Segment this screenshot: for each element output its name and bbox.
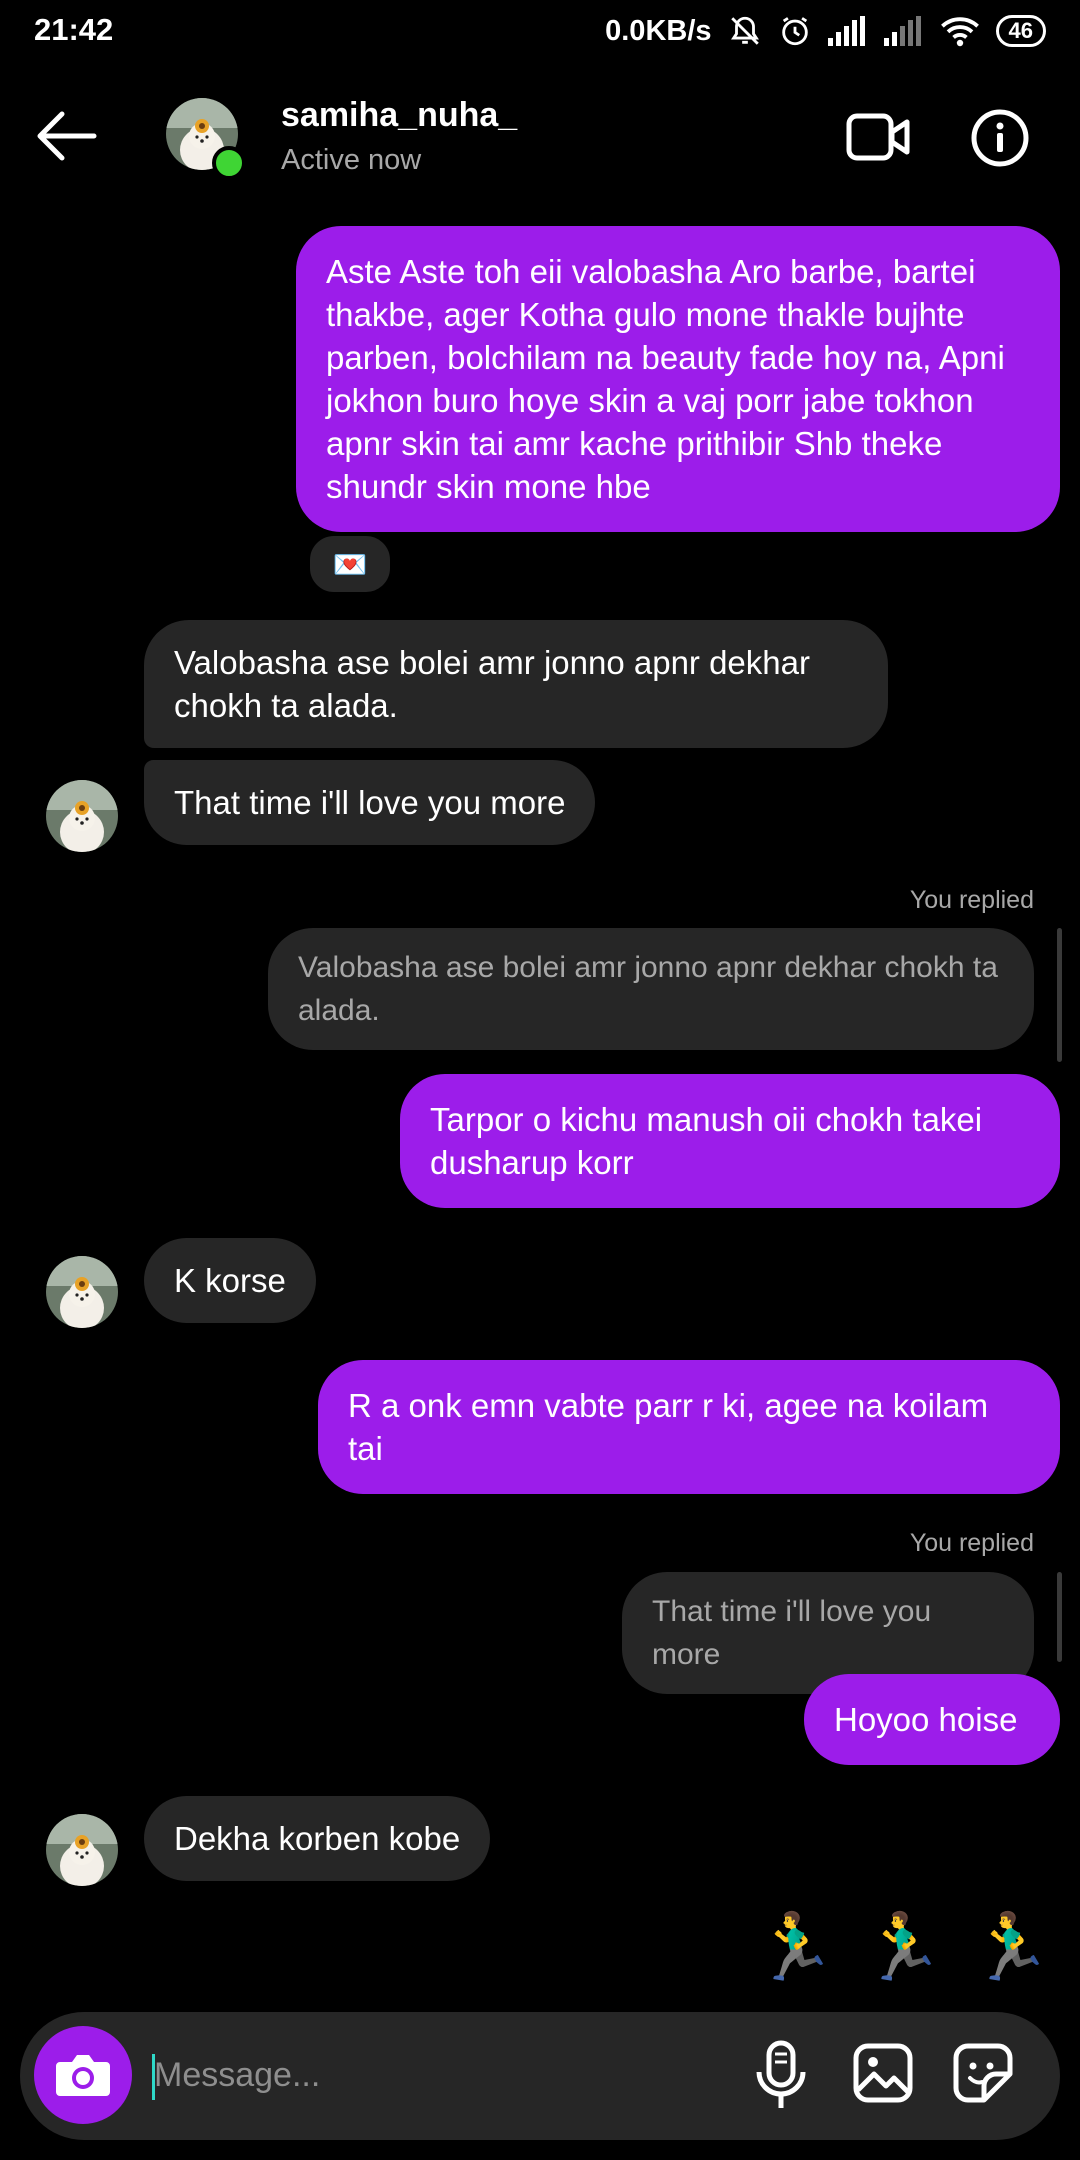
sticker-button[interactable]	[952, 2042, 1014, 2104]
love-letter-icon: 💌	[332, 548, 368, 580]
wifi-icon	[940, 17, 979, 47]
camera-button[interactable]	[34, 2026, 132, 2124]
status-icons: 0.0KB/s 46	[605, 12, 1046, 50]
gallery-button[interactable]	[852, 2042, 914, 2104]
signal-icon	[827, 16, 865, 46]
message-outgoing-emoji[interactable]: 🏃‍♂️ 🏃‍♂️ 🏃‍♂️	[753, 1908, 1052, 1986]
message-reaction[interactable]: 💌	[306, 532, 394, 596]
running-man-emoji: 🏃‍♂️	[753, 1909, 836, 1983]
online-status-dot	[212, 146, 246, 180]
avatar-small[interactable]	[46, 1814, 118, 1886]
muted-bell-icon	[730, 16, 759, 45]
signal-icon-2	[883, 16, 921, 46]
status-bar: 21:42 0.0KB/s 46	[0, 0, 1080, 62]
info-icon	[971, 109, 1029, 167]
contact-username[interactable]: samiha_nuha_	[281, 96, 517, 135]
battery-level: 46	[995, 15, 1046, 47]
message-incoming[interactable]: Valobasha ase bolei amr jonno apnr dekha…	[144, 620, 888, 748]
status-time: 21:42	[34, 12, 114, 47]
sticker-icon	[953, 2043, 1013, 2103]
message-input[interactable]	[154, 2042, 714, 2108]
reply-indicator-bar	[1057, 928, 1062, 1062]
microphone-icon	[756, 2040, 806, 2108]
voice-message-button[interactable]	[750, 2040, 812, 2112]
info-button[interactable]	[970, 108, 1030, 168]
message-outgoing[interactable]: Hoyoo hoise	[804, 1674, 1060, 1765]
back-arrow-icon	[37, 111, 97, 161]
reply-indicator-bar	[1057, 1572, 1062, 1662]
message-incoming[interactable]: K korse	[144, 1238, 316, 1323]
back-button[interactable]	[34, 106, 108, 166]
message-outgoing[interactable]: Aste Aste toh eii valobasha Aro barbe, b…	[296, 226, 1060, 532]
running-man-emoji: 🏃‍♂️	[861, 1909, 944, 1983]
running-man-emoji: 🏃‍♂️	[969, 1909, 1052, 1983]
avatar-small[interactable]	[46, 780, 118, 852]
video-call-button[interactable]	[846, 108, 910, 166]
camera-icon	[56, 2055, 110, 2096]
message-outgoing[interactable]: Tarpor o kichu manush oii chokh takei du…	[400, 1074, 1060, 1208]
video-call-icon	[846, 113, 910, 161]
gallery-icon	[853, 2043, 913, 2103]
network-speed: 0.0KB/s	[605, 14, 712, 47]
replied-message-quote[interactable]: Valobasha ase bolei amr jonno apnr dekha…	[268, 928, 1034, 1050]
you-replied-label: You replied	[909, 886, 1034, 914]
avatar-small[interactable]	[46, 1256, 118, 1328]
contact-activity-status: Active now	[281, 144, 422, 176]
message-incoming[interactable]: Dekha korben kobe	[144, 1796, 491, 1881]
alarm-icon	[781, 17, 808, 46]
message-outgoing[interactable]: R a onk emn vabte parr r ki, agee na koi…	[318, 1360, 1060, 1494]
message-incoming[interactable]: That time i'll love you more	[144, 760, 596, 845]
you-replied-label: You replied	[909, 1529, 1034, 1557]
